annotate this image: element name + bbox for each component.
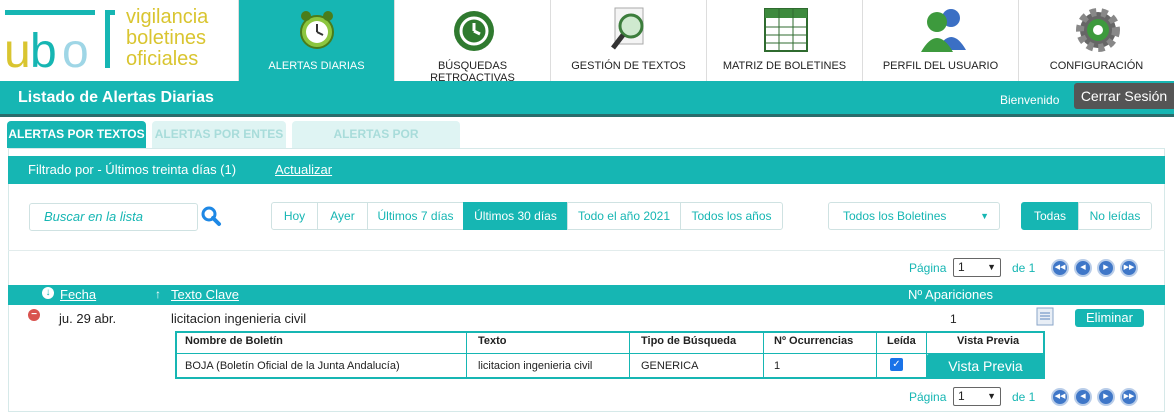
title-bar-underline: [0, 114, 1174, 117]
first-page-icon[interactable]: ◀◀: [1051, 388, 1069, 406]
filter-description: Filtrado por - Últimos treinta días (1): [28, 162, 237, 177]
last-page-icon[interactable]: ▶▶: [1120, 259, 1138, 277]
nav-label: CONFIGURACIÓN: [1049, 60, 1144, 72]
col-tipo-busqueda: Tipo de Búsqueda: [641, 335, 737, 347]
search-input[interactable]: Buscar en la lista: [29, 203, 198, 231]
header-fecha-label: Fecha: [60, 287, 97, 302]
nav-label: GESTIÓN DE TEXTOS: [571, 60, 686, 72]
nav-matriz-de-boletines[interactable]: MATRIZ DE BOLETINES: [706, 0, 862, 81]
tab-alertas-por-expedientes[interactable]: ALERTAS POR EXPEDIENTES: [292, 121, 460, 168]
header-texto-clave[interactable]: Texto Clave: [171, 287, 239, 302]
logo-line-3: oficiales: [126, 48, 199, 70]
logo-u: u: [4, 25, 31, 78]
tab-alertas-por-entes[interactable]: ALERTAS POR ENTES: [152, 121, 286, 148]
page-select-value: 1: [958, 260, 965, 274]
sort-desc-icon[interactable]: ↓: [42, 287, 54, 299]
nav-label: PERFIL DEL USUARIO: [882, 60, 999, 72]
chevron-down-icon: ▼: [987, 391, 996, 401]
page-select-value: 1: [958, 389, 965, 403]
cell-ocurrencias: 1: [774, 360, 781, 372]
logo-b: b: [30, 25, 57, 78]
nav-perfil-del-usuario[interactable]: PERFIL DEL USUARIO: [862, 0, 1018, 81]
chevron-down-icon: ▼: [980, 211, 989, 221]
nav-label: MATRIZ DE BOLETINES: [722, 60, 847, 72]
column-divider: [629, 333, 630, 377]
logo-text: vigilancia boletines oficiales: [126, 7, 208, 70]
nav-gestion-de-textos[interactable]: GESTIÓN DE TEXTOS: [550, 0, 706, 81]
col-texto: Texto: [478, 335, 507, 347]
filter-todas[interactable]: Todas: [1021, 202, 1079, 230]
page-select[interactable]: 1 ▼: [953, 387, 1001, 406]
period-hoy[interactable]: Hoy: [271, 202, 318, 230]
next-page-icon[interactable]: ▶: [1097, 388, 1115, 406]
divider: [8, 250, 1165, 251]
period-todos-los-anos[interactable]: Todos los años: [680, 202, 783, 230]
row-date: ju. 29 abr.: [59, 311, 117, 326]
logo-o: o: [62, 25, 89, 78]
logo-line-2: boletines: [126, 27, 207, 49]
logout-button[interactable]: Cerrar Sesión: [1074, 83, 1174, 109]
pager-label: Página: [909, 390, 947, 404]
delete-button[interactable]: Eliminar: [1075, 309, 1144, 327]
column-divider: [466, 333, 467, 377]
magnifier-document-icon: [611, 7, 644, 50]
column-divider: [876, 333, 877, 377]
logo-line-1: vigilancia: [126, 6, 209, 28]
search-icon[interactable]: [200, 205, 222, 227]
preview-button[interactable]: Vista Previa: [927, 354, 1044, 379]
col-nombre-boletin: Nombre de Boletín: [185, 335, 283, 347]
header-apariciones: Nº Apariciones: [908, 287, 993, 302]
read-checkbox[interactable]: ✓: [890, 358, 903, 371]
remove-icon[interactable]: −: [28, 309, 40, 321]
prev-page-icon[interactable]: ◀: [1074, 388, 1092, 406]
sort-asc-icon[interactable]: ↑: [155, 287, 161, 301]
page-title: Listado de Alertas Diarias: [18, 89, 214, 106]
gear-icon: [1076, 8, 1120, 52]
period-ultimos-7-dias[interactable]: Últimos 7 días: [367, 202, 464, 230]
nav-busquedas-retroactivas[interactable]: BÚSQUEDAS RETROACTIVAS: [394, 0, 550, 84]
cell-tipo: GENERICA: [641, 360, 699, 372]
document-icon[interactable]: [1036, 307, 1054, 326]
header-texto-label: Texto Clave: [171, 287, 239, 302]
prev-page-icon[interactable]: ◀: [1074, 259, 1092, 277]
cell-texto: licitacion ingenieria civil: [478, 360, 593, 372]
header-fecha[interactable]: Fecha: [60, 287, 96, 302]
col-ocurrencias: Nº Ocurrencias: [774, 335, 854, 347]
spreadsheet-icon: [764, 8, 808, 52]
period-ayer[interactable]: Ayer: [317, 202, 368, 230]
refresh-link[interactable]: Actualizar: [275, 162, 332, 177]
nav-alertas-diarias[interactable]: ALERTAS DIARIAS: [238, 0, 394, 81]
tab-alertas-por-textos[interactable]: ALERTAS POR TEXTOS: [7, 121, 146, 148]
detail-header-divider: [177, 353, 1043, 354]
nav-label: ALERTAS DIARIAS: [268, 60, 365, 72]
users-icon: [921, 9, 966, 52]
boletines-select[interactable]: Todos los Boletines ▼: [828, 202, 1000, 230]
period-ultimos-30-dias[interactable]: Últimos 30 días: [463, 202, 568, 230]
boletines-selected: Todos los Boletines: [843, 209, 947, 223]
period-todo-el-ano[interactable]: Todo el año 2021: [567, 202, 681, 230]
page-select[interactable]: 1 ▼: [953, 258, 1001, 277]
next-page-icon[interactable]: ▶: [1097, 259, 1115, 277]
pager-label: Página: [909, 261, 947, 275]
filter-no-leidas[interactable]: No leídas: [1078, 202, 1152, 230]
history-icon: [454, 11, 494, 51]
row-count: 1: [950, 312, 957, 326]
pager-total: de 1: [1012, 390, 1036, 404]
column-divider: [763, 333, 764, 377]
logo: u b o vigilancia boletines oficiales: [0, 0, 238, 81]
last-page-icon[interactable]: ▶▶: [1120, 388, 1138, 406]
col-vista-previa: Vista Previa: [957, 335, 1020, 347]
nav-configuracion[interactable]: CONFIGURACIÓN: [1018, 0, 1174, 81]
first-page-icon[interactable]: ◀◀: [1051, 259, 1069, 277]
alarm-clock-icon: [300, 11, 334, 49]
cell-boletin: BOJA (Boletín Oficial de la Junta Andalu…: [185, 360, 400, 372]
col-leida: Leída: [887, 335, 916, 347]
chevron-down-icon: ▼: [987, 262, 996, 272]
row-text[interactable]: licitacion ingenieria civil: [171, 311, 306, 326]
welcome-text: Bienvenido: [1000, 93, 1060, 107]
pager-total: de 1: [1012, 261, 1036, 275]
